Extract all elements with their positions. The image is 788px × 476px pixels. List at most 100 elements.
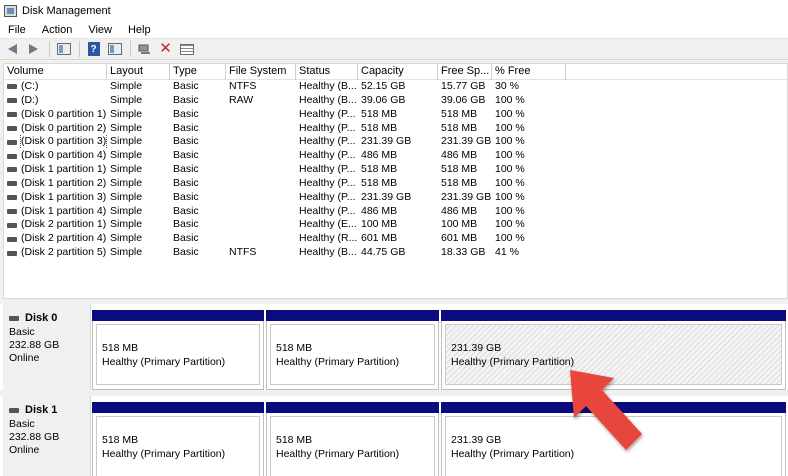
cell-type: Basic (173, 163, 199, 176)
cell-percent-free: 41 % (495, 246, 519, 259)
cell-volume: (Disk 2 partition 5) (4, 246, 107, 260)
volume-name: (Disk 0 partition 1) (21, 107, 107, 120)
partition-color-bar (266, 310, 439, 321)
table-row[interactable]: (Disk 0 partition 4) Simple Basic Healthy (… (4, 149, 787, 163)
title-bar: Disk Management (0, 0, 788, 22)
cell-volume: (Disk 0 partition 1) (4, 108, 107, 122)
partition-color-bar (441, 310, 786, 321)
connect-button[interactable] (135, 40, 154, 58)
cell-percent-free: 100 % (495, 107, 525, 120)
properties-button[interactable] (105, 40, 124, 58)
column-file-system[interactable]: File System (226, 64, 296, 80)
cell-file-system (226, 135, 296, 149)
cell-free-space: 486 MB (441, 149, 478, 162)
disk-management-window: Disk Management File Action View Help ? … (0, 0, 788, 476)
partition-status: Healthy (Primary Partition) (102, 448, 226, 460)
column-free-space[interactable]: Free Sp... (438, 64, 492, 80)
cell-capacity: 486 MB (361, 149, 398, 162)
column-layout[interactable]: Layout (107, 64, 170, 80)
cell-file-system (226, 218, 296, 232)
disk-1-partition-1[interactable]: 518 MB Healthy (Primary Partition) (92, 402, 264, 476)
cell-free-space: 231.39 GB (441, 190, 492, 203)
table-row[interactable]: (Disk 0 partition 3) Simple Basic Healthy (… (4, 135, 787, 150)
volume-drive-icon (7, 195, 17, 201)
volume-list-body: (C:) Simple Basic NTFS Healthy (B... 52.15 GB… (4, 80, 787, 260)
column-capacity[interactable]: Capacity (358, 64, 438, 80)
disk-0-partitions: 518 MB Healthy (Primary Partition) 518 M… (92, 310, 788, 390)
table-row[interactable]: (Disk 2 partition 5) Simple Basic NTFS Healt… (4, 246, 787, 260)
table-row[interactable]: (Disk 2 partition 4) Simple Basic Healthy (… (4, 232, 787, 246)
volume-name: (Disk 2 partition 4) (21, 232, 107, 245)
disk-0-label[interactable]: Disk 0 Basic 232.88 GB Online (3, 304, 91, 390)
menu-action[interactable]: Action (34, 22, 81, 38)
disk-status: Online (9, 444, 40, 456)
table-row[interactable]: (Disk 1 partition 1) Simple Basic Healthy (… (4, 163, 787, 177)
cell-status: Healthy (P... (299, 190, 356, 203)
cell-percent-free: 100 % (495, 163, 525, 176)
partition-size: 518 MB (276, 434, 313, 446)
cell-volume: (Disk 1 partition 4) (4, 205, 107, 219)
cell-file-system (226, 232, 296, 246)
table-row[interactable]: (Disk 1 partition 4) Simple Basic Healthy (… (4, 205, 787, 219)
volume-drive-icon (7, 112, 17, 118)
show-hide-console-tree-button[interactable] (54, 40, 73, 58)
disk-0-partition-2[interactable]: 518 MB Healthy (Primary Partition) (266, 310, 439, 390)
cell-file-system (226, 205, 296, 219)
disk-0-partition-1[interactable]: 518 MB Healthy (Primary Partition) (92, 310, 264, 390)
column-status[interactable]: Status (296, 64, 358, 80)
table-row[interactable]: (Disk 1 partition 2) Simple Basic Healthy (… (4, 177, 787, 191)
cell-volume: (Disk 1 partition 2) (4, 177, 107, 191)
console-tree-icon (56, 43, 71, 55)
volume-name: (Disk 0 partition 2) (21, 121, 107, 134)
disk-1-partitions: 518 MB Healthy (Primary Partition) 518 M… (92, 402, 788, 476)
cell-status: Healthy (B... (299, 93, 357, 106)
help-button[interactable]: ? (84, 40, 103, 58)
cell-percent-free: 100 % (495, 176, 525, 189)
volume-drive-icon (7, 153, 17, 159)
delete-button[interactable]: ✕ (156, 40, 175, 58)
column-percent-free[interactable]: % Free (492, 64, 566, 80)
column-volume[interactable]: Volume (4, 64, 107, 80)
table-row[interactable]: (Disk 0 partition 2) Simple Basic Healthy (… (4, 122, 787, 136)
cell-volume: (Disk 2 partition 1) (4, 218, 107, 232)
cell-percent-free: 100 % (495, 121, 525, 134)
disk-management-app-icon (4, 5, 17, 17)
cell-type: Basic (173, 204, 199, 217)
table-row[interactable]: (Disk 2 partition 1) Simple Basic Healthy (… (4, 218, 787, 232)
cell-layout: Simple (110, 246, 143, 259)
table-row[interactable]: (Disk 1 partition 3) Simple Basic Healthy (… (4, 191, 787, 205)
list-view-button[interactable] (177, 40, 196, 58)
volume-drive-icon (7, 98, 17, 104)
cell-layout: Simple (110, 80, 143, 92)
partition-status: Healthy (Primary Partition) (276, 448, 400, 460)
table-row[interactable]: (D:) Simple Basic RAW Healthy (B... 39.06 GB 3… (4, 94, 787, 108)
cell-layout: Simple (110, 218, 143, 231)
cell-status: Healthy (P... (299, 204, 356, 217)
cell-capacity: 518 MB (361, 163, 398, 176)
table-row[interactable]: (Disk 0 partition 1) Simple Basic Healthy (… (4, 108, 787, 122)
menu-bar: File Action View Help (0, 22, 788, 38)
cell-file-system (226, 191, 296, 205)
menu-help[interactable]: Help (120, 22, 159, 38)
cell-status: Healthy (P... (299, 135, 356, 148)
volume-drive-icon (7, 236, 17, 242)
volume-drive-icon (7, 222, 17, 228)
back-arrow-icon (8, 44, 17, 54)
disk-name: Disk 1 (25, 404, 58, 416)
forward-button[interactable] (24, 40, 43, 58)
back-button[interactable] (3, 40, 22, 58)
menu-view[interactable]: View (80, 22, 120, 38)
cell-file-system: RAW (229, 93, 254, 106)
menu-file[interactable]: File (0, 22, 34, 38)
disk-1-label[interactable]: Disk 1 Basic 232.88 GB Online (3, 396, 91, 476)
cell-file-system (226, 149, 296, 163)
cell-capacity: 518 MB (361, 176, 398, 189)
disk-name: Disk 0 (25, 312, 58, 324)
cell-volume: (Disk 0 partition 3) (4, 135, 107, 150)
disk-1-partition-2[interactable]: 518 MB Healthy (Primary Partition) (266, 402, 439, 476)
volume-list[interactable]: Volume Layout Type File System Status Ca… (3, 63, 788, 299)
table-row[interactable]: (C:) Simple Basic NTFS Healthy (B... 52.15 GB… (4, 80, 787, 94)
cell-capacity: 44.75 GB (361, 246, 406, 259)
cell-percent-free: 100 % (495, 93, 525, 106)
column-type[interactable]: Type (170, 64, 226, 80)
